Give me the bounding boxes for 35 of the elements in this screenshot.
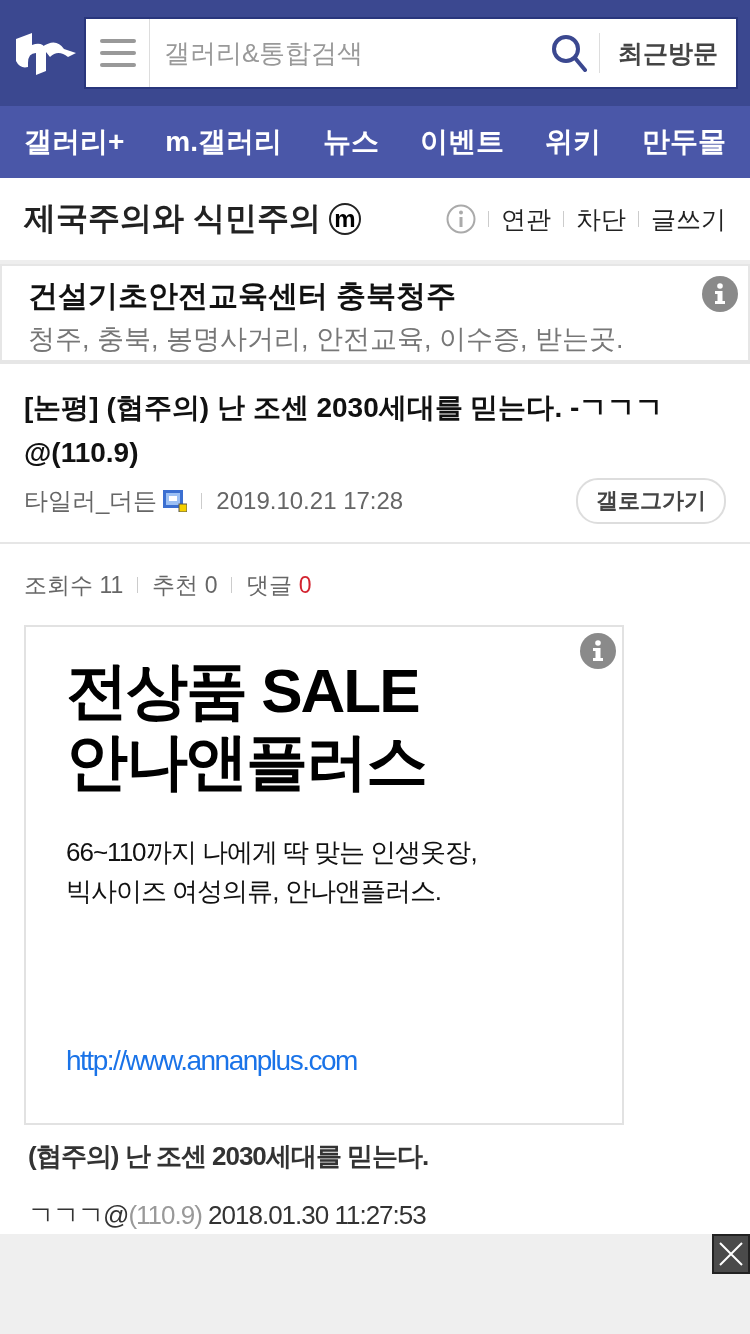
ad-link[interactable]: http://www.annanplus.com (66, 1045, 357, 1078)
info-icon[interactable] (446, 204, 476, 234)
close-button[interactable] (712, 1234, 750, 1274)
ad-title[interactable]: 건설기초안전교육센터 충북청주 (28, 276, 457, 317)
ad-info-icon[interactable] (580, 632, 616, 669)
gallog-button[interactable]: 갤로그가기 (576, 477, 726, 524)
nav-link[interactable]: m.갤러리 (165, 123, 283, 161)
nav-link[interactable]: 뉴스 (323, 123, 379, 161)
gallery-link[interactable]: 글쓰기 (651, 202, 726, 236)
ad-description: 66~110까지 나에게 딱 맞는 인생옷장, 빅사이즈 여성의류, 안나앤플러스. (66, 836, 478, 909)
stat-count: 댓글 0 (246, 570, 312, 600)
stat-count: 추천 0 (152, 570, 218, 600)
menu-icon (99, 39, 136, 67)
recent-visits-button[interactable]: 최근방문 (618, 36, 736, 70)
search-icon[interactable] (551, 34, 587, 72)
nav-link[interactable]: 만두몰 (641, 123, 726, 161)
search-field[interactable]: 갤러리&통합검색 최근방문 (84, 17, 738, 89)
ad-info-icon[interactable] (702, 276, 738, 312)
gallery-link[interactable]: 차단 (576, 202, 626, 236)
author-name[interactable]: 타일러_더든 (24, 484, 158, 517)
gallery-title: 제국주의와 식민주의 (24, 199, 321, 238)
user-icon (163, 489, 188, 512)
nav-link[interactable]: 위키 (545, 123, 601, 161)
post-title: [논평] (협주의) 난 조센 2030세대를 믿는다. -ㄱㄱㄱ@(110.9) (24, 391, 665, 470)
signature-line: ㄱㄱㄱ@(110.9) 2018.01.30 11:27:53 (28, 1198, 427, 1232)
ad-keywords: 청주, 충북, 봉명사거리, 안전교육, 이수증, 받는곳. (28, 323, 625, 356)
post-date: 2019.10.21 17:28 (216, 486, 404, 515)
ad-headline: 전상품 SALE 안나앤플러스 (66, 654, 427, 798)
close-icon (718, 1241, 744, 1267)
nav-link[interactable]: 이벤트 (420, 123, 504, 161)
stat-count: 조회수 11 (24, 570, 124, 600)
gallery-link[interactable]: 연관 (501, 202, 551, 236)
nav-link[interactable]: 갤러리+ (24, 123, 125, 161)
mobile-badge: m (328, 203, 361, 235)
post-body-heading: (협주의) 난 조센 2030세대를 믿는다. (28, 1139, 430, 1173)
